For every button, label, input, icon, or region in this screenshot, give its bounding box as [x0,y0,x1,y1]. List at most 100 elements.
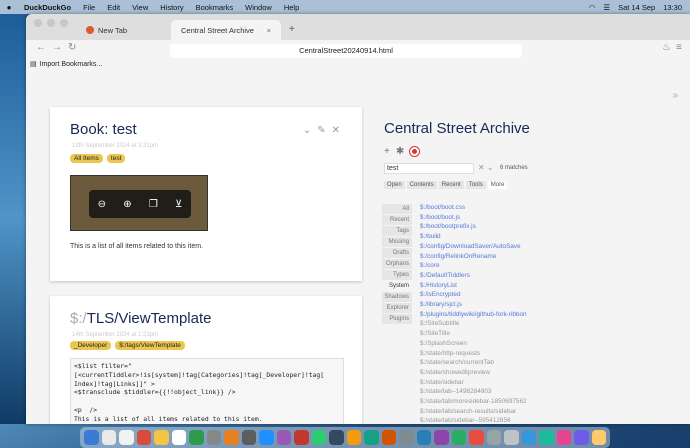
dock-app-icon[interactable] [521,430,536,445]
tag-all-items[interactable]: All Items [70,154,103,163]
fold-sidebar-icon[interactable]: » [672,90,678,101]
menu-icon[interactable]: ≡ [676,42,682,53]
dock-app-icon[interactable] [504,430,519,445]
tab-central-street-archive[interactable]: Central Street Archive × [171,20,281,40]
dock-app-icon[interactable] [276,430,291,445]
address-bar[interactable]: CentralStreet20240914.html [170,44,522,58]
dock-app-icon[interactable] [294,430,309,445]
dock-app-icon[interactable] [119,430,134,445]
dock-app-icon[interactable] [241,430,256,445]
forward-icon[interactable]: → [52,42,62,53]
system-tiddler-link[interactable]: $:/state/http-requests [420,349,588,359]
search-input[interactable]: test [384,163,474,174]
dock-app-icon[interactable] [224,430,239,445]
dock-app-icon[interactable] [574,430,589,445]
zoom-in-icon[interactable]: ⊕ [123,199,131,210]
dock-app-icon[interactable] [591,430,606,445]
system-tiddler-link[interactable]: $:/DefaultTiddlers [420,271,588,281]
wifi-icon[interactable]: ◠ [589,3,596,12]
dock-app-icon[interactable] [451,430,466,445]
side-tab-explorer[interactable]: Explorer [382,303,412,313]
apple-icon[interactable]: ● [0,3,18,12]
control-center-icon[interactable]: ☰ [603,3,610,12]
more-actions-icon[interactable]: ⌄ [303,125,311,136]
system-tiddler-link[interactable]: $:/boot/boot.css [420,203,588,213]
close-window-button[interactable] [34,18,42,27]
clear-search-icon[interactable]: ✕ ⌄ [478,163,494,172]
menu-help[interactable]: Help [278,3,305,12]
dock-app-icon[interactable] [416,430,431,445]
menu-file[interactable]: File [77,3,101,12]
system-tiddler-link[interactable]: $:/state/tab/moresidebar-1850697562 [420,397,588,407]
close-icon[interactable]: ✕ [332,125,340,136]
system-tiddler-link[interactable]: $:/library/sjcl.js [420,300,588,310]
side-tab-drafts[interactable]: Drafts [382,248,412,258]
menu-app[interactable]: DuckDuckGo [18,3,77,12]
menu-date[interactable]: Sat 14 Sep [618,3,655,12]
zoom-window-button[interactable] [60,18,68,27]
system-tiddler-link[interactable]: $:/state/tab/sidebar--595412856 [420,416,588,424]
dock-app-icon[interactable] [364,430,379,445]
menu-view[interactable]: View [126,3,154,12]
system-tiddler-link[interactable]: $:/core [420,261,588,271]
side-tab-shadows[interactable]: Shadows [382,292,412,302]
tag-test[interactable]: test [106,154,126,163]
dock-app-icon[interactable] [539,430,554,445]
gear-icon[interactable]: ✱ [396,146,404,157]
dock-app-icon[interactable] [136,430,151,445]
system-tiddler-link[interactable]: $:/state/tab--1498284803 [420,387,588,397]
download-icon[interactable]: ⊻ [175,199,182,210]
record-icon[interactable] [410,147,420,156]
tab-tools[interactable]: Tools [465,181,486,189]
side-tab-all[interactable]: All [382,204,412,214]
dock-app-icon[interactable] [486,430,501,445]
menu-edit[interactable]: Edit [101,3,126,12]
dock-app-icon[interactable] [84,430,99,445]
dock-app-icon[interactable] [206,430,221,445]
dock-app-icon[interactable] [171,430,186,445]
copy-icon[interactable]: ❐ [149,199,158,210]
system-tiddler-link[interactable]: $:/state/sidebar [420,378,588,388]
reload-icon[interactable]: ↻ [68,42,76,53]
menu-bookmarks[interactable]: Bookmarks [190,3,240,12]
tab-recent[interactable]: Recent [438,181,464,189]
dock-app-icon[interactable] [259,430,274,445]
tab-open[interactable]: Open [384,181,405,189]
side-tab-recent[interactable]: Recent [382,215,412,225]
system-tiddler-link[interactable]: $:/HistoryList [420,281,588,291]
side-tab-types[interactable]: Types [382,270,412,280]
minimize-window-button[interactable] [47,18,55,27]
tab-contents[interactable]: Contents [406,181,437,189]
dock-app-icon[interactable] [189,430,204,445]
edit-icon[interactable]: ✎ [317,125,325,136]
close-tab-icon[interactable]: × [267,26,271,35]
new-tiddler-icon[interactable]: + [384,146,390,157]
menu-window[interactable]: Window [239,3,278,12]
side-tab-missing[interactable]: Missing [382,237,412,247]
dock-app-icon[interactable] [154,430,169,445]
zoom-out-icon[interactable]: ⊖ [98,199,106,210]
side-tab-plugins[interactable]: Plugins [382,314,412,324]
side-tab-tags[interactable]: Tags [382,226,412,236]
system-tiddler-link[interactable]: $:/boot/boot.js [420,213,588,223]
system-tiddler-link[interactable]: $:/config/RelinkOnRename [420,252,588,262]
side-tab-orphans[interactable]: Orphans [382,259,412,269]
menu-history[interactable]: History [154,3,189,12]
tag-developer[interactable]: _Developer [70,341,112,350]
system-tiddler-link[interactable]: $:/config/DownloadSaver/AutoSave [420,242,588,252]
system-tiddler-link[interactable]: $:/state/tab/search-results/sidebar [420,407,588,417]
dock-app-icon[interactable] [381,430,396,445]
back-icon[interactable]: ← [36,42,46,53]
system-tiddler-link[interactable]: $:/SiteSubtitle [420,319,588,329]
dock-app-icon[interactable] [556,430,571,445]
dock-app-icon[interactable] [469,430,484,445]
fire-icon[interactable]: ♨ [662,42,671,53]
system-tiddler-link[interactable]: $:/SiteTitle [420,329,588,339]
tag-view-template[interactable]: $:/tags/ViewTemplate [115,341,185,350]
system-tiddler-link[interactable]: $:/build [420,232,588,242]
bookmark-import[interactable]: ▤ Import Bookmarks... [30,60,102,69]
dock-app-icon[interactable] [434,430,449,445]
tab-more[interactable]: More [487,181,508,189]
system-tiddler-link[interactable]: $:/state/search/currentTab [420,358,588,368]
dock-app-icon[interactable] [329,430,344,445]
